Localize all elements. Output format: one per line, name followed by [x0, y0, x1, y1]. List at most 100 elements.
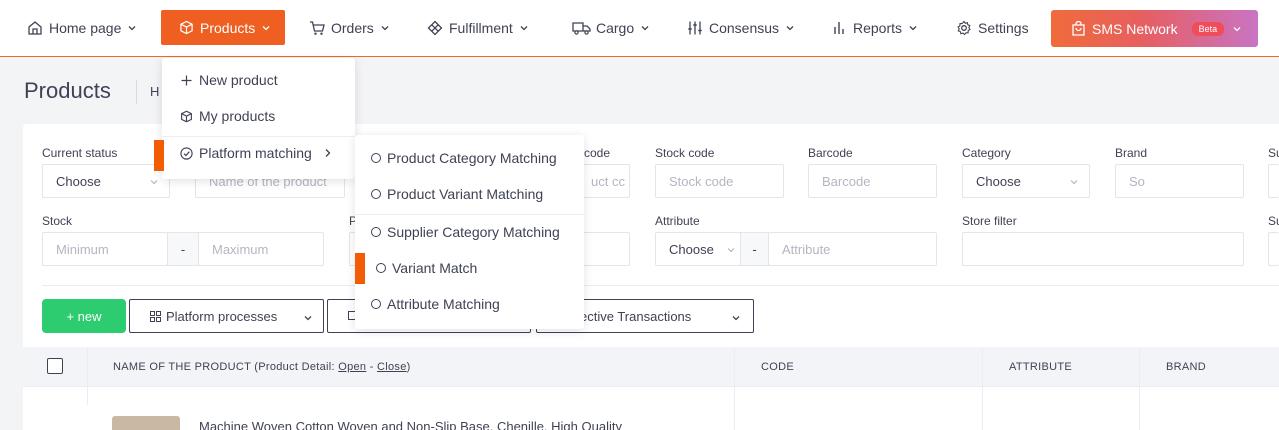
- nav-cargo-label: Cargo: [596, 19, 635, 36]
- chevron-down-icon: [303, 311, 313, 326]
- store-filter-input[interactable]: [962, 232, 1244, 266]
- nav-cargo[interactable]: Cargo: [572, 10, 650, 45]
- current-status-select[interactable]: Choose: [42, 164, 170, 198]
- chevron-down-icon: [731, 311, 741, 326]
- breadcrumb[interactable]: H: [150, 84, 159, 99]
- circle-icon: [376, 263, 386, 273]
- product-name[interactable]: Machine Woven Cotton Woven and Non-Slip …: [199, 419, 622, 430]
- grid-icon: [150, 310, 161, 322]
- submenu-item-supplier-category-matching[interactable]: Supplier Category Matching: [371, 224, 560, 240]
- products-dropdown-menu: New product My products Platform matchin…: [162, 58, 355, 179]
- column-name-header: NAME OF THE PRODUCT (Product Detail: Ope…: [113, 361, 411, 373]
- submenu-item-product-variant-matching[interactable]: Product Variant Matching: [371, 186, 543, 202]
- stock-max-input[interactable]: Maximum: [198, 232, 324, 266]
- sliders-icon: [686, 19, 704, 37]
- home-icon: [26, 19, 44, 37]
- attribute-select[interactable]: Choose: [655, 232, 741, 266]
- nav-sms-label: SMS Network: [1092, 20, 1178, 37]
- truck-icon: [572, 19, 591, 37]
- barcode-input[interactable]: Barcode: [808, 164, 937, 198]
- select-all-checkbox[interactable]: [47, 358, 63, 374]
- chevron-down-icon: [785, 23, 795, 33]
- new-button-label: + new: [66, 308, 102, 324]
- submenu-item-label: Supplier Category Matching: [387, 224, 560, 240]
- nav-home-label: Home page: [49, 19, 122, 36]
- submenu-item-product-category-matching[interactable]: Product Category Matching: [371, 150, 557, 166]
- chevron-down-icon: [1069, 175, 1079, 190]
- shopping-bag-icon: [1069, 20, 1087, 38]
- beta-badge: Beta: [1191, 21, 1225, 36]
- bar-chart-icon: [830, 19, 848, 37]
- product-detail-open-link[interactable]: Open: [338, 361, 366, 373]
- stock-min-placeholder: Minimum: [56, 241, 109, 257]
- menu-item-my-products[interactable]: My products: [179, 108, 275, 124]
- chevron-down-icon: [127, 23, 137, 33]
- supplier-label: Su: [1268, 146, 1279, 160]
- nav-consensus-label: Consensus: [709, 19, 780, 36]
- column-name-dash: -: [366, 361, 378, 373]
- nav-home[interactable]: Home page: [26, 10, 137, 45]
- active-indicator: [154, 140, 164, 171]
- product-detail-close-link[interactable]: Close: [377, 361, 407, 373]
- submenu-item-variant-match[interactable]: Variant Match: [376, 260, 477, 276]
- barcode-placeholder: Barcode: [822, 173, 871, 189]
- supplier-input[interactable]: [1268, 164, 1279, 198]
- submenu-item-label: Product Category Matching: [387, 150, 557, 166]
- chevron-down-icon: [149, 175, 159, 190]
- nav-reports[interactable]: Reports: [830, 10, 918, 45]
- nav-orders[interactable]: Orders: [308, 10, 390, 45]
- stock-code-input[interactable]: Stock code: [655, 164, 784, 198]
- brand-placeholder: So: [1129, 173, 1145, 189]
- chevron-down-icon: [519, 23, 529, 33]
- brand-input[interactable]: So: [1115, 164, 1244, 198]
- menu-divider: [162, 136, 355, 137]
- nav-products-label: Products: [200, 19, 256, 36]
- product-code-placeholder: uct cc: [591, 173, 625, 189]
- gear-icon: [955, 19, 973, 37]
- attribute-placeholder: Attribute: [782, 241, 831, 257]
- box-icon: [179, 110, 193, 123]
- title-divider: [136, 80, 137, 104]
- collective-label: ollective Transactions: [567, 308, 692, 324]
- barcode-label: Barcode: [808, 146, 853, 160]
- product-thumbnail[interactable]: [112, 416, 180, 430]
- stock-code-label: Stock code: [655, 146, 715, 160]
- supplier-input-2[interactable]: [1268, 232, 1279, 266]
- menu-item-new-product[interactable]: New product: [179, 72, 278, 88]
- page-title: Products: [24, 78, 111, 103]
- submenu-item-label: Variant Match: [392, 260, 478, 276]
- nav-products[interactable]: Products: [161, 10, 285, 45]
- supplier-label-2: Su: [1268, 214, 1279, 228]
- code-label: code: [584, 146, 611, 160]
- stock-code-placeholder: Stock code: [669, 173, 734, 189]
- nav-settings[interactable]: Settings: [955, 10, 1029, 45]
- column-divider: [982, 405, 983, 430]
- column-brand-header: BRAND: [1166, 361, 1207, 373]
- platform-matching-label: Platform matching: [199, 145, 312, 161]
- nav-settings-label: Settings: [978, 19, 1029, 36]
- stock-label: Stock: [42, 214, 73, 228]
- nav-sms-network[interactable]: SMS Network Beta: [1051, 10, 1258, 47]
- active-indicator: [355, 253, 365, 284]
- stock-range-separator: -: [167, 232, 199, 266]
- platform-processes-label: Platform processes: [166, 308, 278, 324]
- column-name-prefix: NAME OF THE PRODUCT (Product Detail:: [113, 361, 339, 373]
- platform-processes-button[interactable]: Platform processes: [129, 299, 324, 333]
- circle-icon: [371, 153, 381, 163]
- stock-min-input[interactable]: Minimum: [42, 232, 168, 266]
- submenu-item-attribute-matching[interactable]: Attribute Matching: [371, 296, 500, 312]
- new-product-button[interactable]: + new: [42, 299, 126, 333]
- column-divider: [734, 405, 735, 430]
- attribute-input[interactable]: Attribute: [768, 232, 937, 266]
- menu-item-platform-matching[interactable]: Platform matching: [179, 145, 332, 161]
- nav-fulfillment[interactable]: Fulfillment: [426, 10, 529, 45]
- category-select[interactable]: Choose: [962, 164, 1090, 198]
- column-attribute-header: ATTRIBUTE: [1009, 361, 1072, 373]
- current-status-value: Choose: [56, 173, 101, 189]
- store-filter-label: Store filter: [962, 214, 1017, 228]
- circle-icon: [371, 299, 381, 309]
- nav-consensus[interactable]: Consensus: [686, 10, 795, 45]
- filter-divider: [42, 285, 1279, 286]
- submenu-item-label: Attribute Matching: [387, 296, 500, 312]
- category-label: Category: [962, 146, 1011, 160]
